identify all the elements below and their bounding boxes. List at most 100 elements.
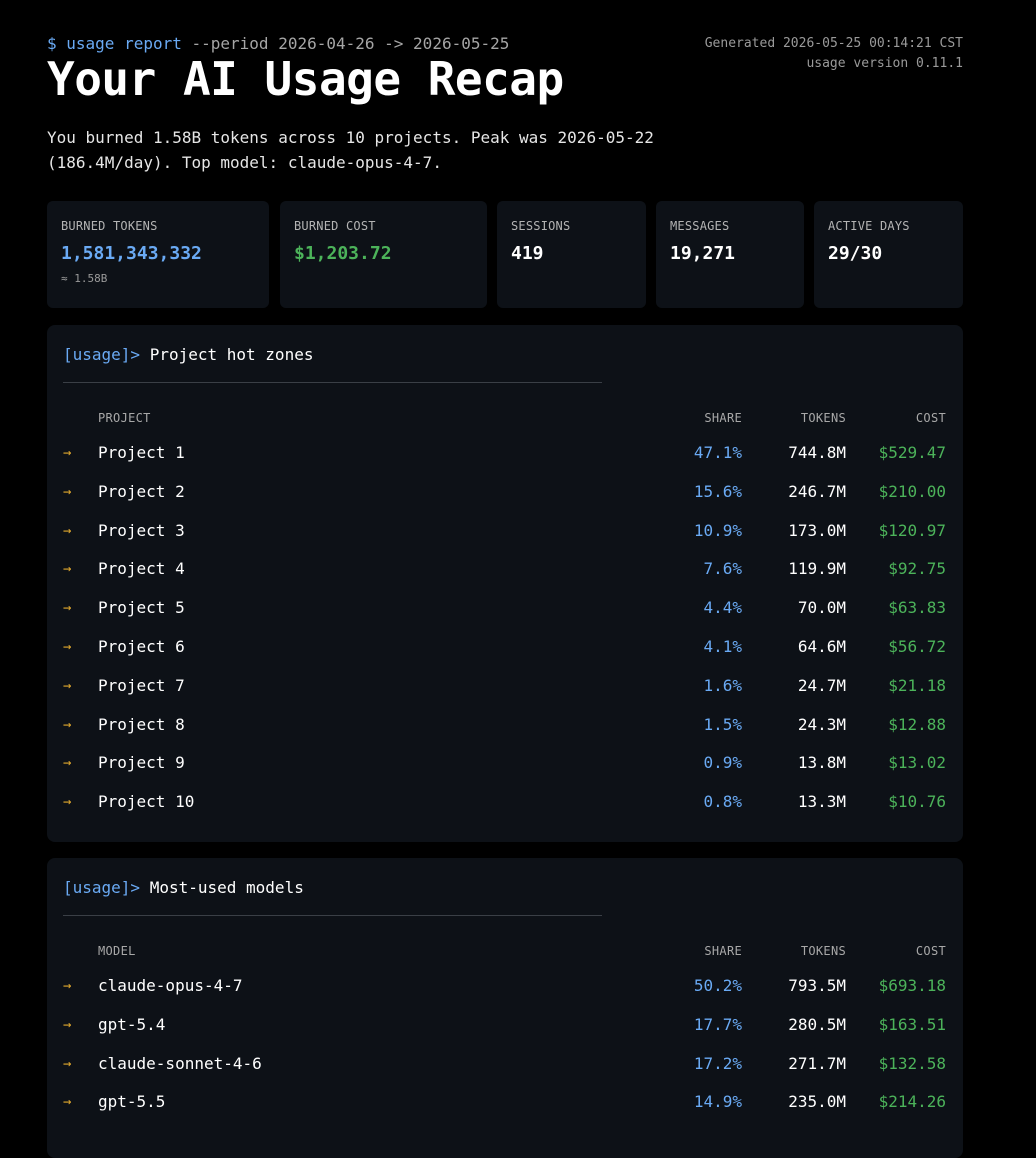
panel-heading: [usage]> Most-used models: [63, 878, 304, 897]
row-cost: $693.18: [878, 976, 946, 995]
row-cost: $163.51: [878, 1014, 946, 1034]
command-line: $ usage report --period 2026-04-26 -> 20…: [47, 34, 509, 53]
row-name: Project 9: [98, 753, 185, 773]
row-tokens: 271.7M: [788, 1053, 846, 1073]
row-cost: $12.88: [888, 714, 946, 734]
command-prompt: $ usage report: [47, 34, 182, 53]
panel-title: Project hot zones: [149, 345, 314, 364]
row-share: 0.9%: [703, 753, 742, 773]
row-share: 0.8%: [703, 792, 742, 812]
row-share: 4.1%: [703, 637, 742, 656]
row-name: claude-opus-4-7: [98, 976, 243, 995]
row-cost: $56.72: [888, 637, 946, 656]
row-tokens: 235.0M: [788, 1092, 846, 1112]
row-arrow-icon: →: [63, 755, 72, 772]
row-arrow-icon: →: [63, 716, 72, 733]
row-cost: $214.26: [878, 1092, 946, 1112]
model-row: → claude-opus-4-7 50.2% 793.5M $693.18: [47, 976, 963, 1000]
row-tokens: 280.5M: [788, 1014, 846, 1034]
row-tokens: 173.0M: [788, 520, 846, 540]
row-arrow-icon: →: [63, 1094, 72, 1111]
page-title: Your AI Usage Recap: [47, 52, 564, 106]
project-row: → Project 6 4.1% 64.6M $56.72: [47, 637, 963, 661]
row-cost: $21.18: [888, 675, 946, 695]
row-share: 14.9%: [693, 1092, 742, 1112]
row-cost: $92.75: [888, 559, 946, 579]
version-label: usage version 0.11.1: [806, 56, 963, 71]
row-name: Project 3: [98, 520, 185, 540]
row-name: Project 5: [98, 598, 185, 618]
row-arrow-icon: →: [63, 639, 72, 655]
row-tokens: 13.3M: [797, 792, 846, 812]
stat-subvalue: ≈ 1.58B: [61, 272, 108, 285]
row-name: claude-sonnet-4-6: [98, 1053, 262, 1073]
row-arrow-icon: →: [63, 483, 72, 500]
row-tokens: 70.0M: [797, 598, 846, 618]
stat-value: 419: [511, 243, 544, 264]
stat-label: BURNED TOKENS: [61, 219, 158, 233]
project-row: → Project 9 0.9% 13.8M $13.02: [47, 753, 963, 777]
most-used-models-panel: [usage]> Most-used models MODEL SHARE TO…: [47, 858, 963, 1158]
row-cost: $120.97: [878, 520, 946, 540]
stat-label: MESSAGES: [670, 219, 730, 233]
row-name: Project 1: [98, 443, 185, 462]
row-name: Project 7: [98, 675, 185, 695]
row-cost: $529.47: [878, 443, 946, 462]
row-share: 17.7%: [693, 1014, 742, 1034]
column-header-cost: COST: [915, 944, 946, 958]
row-name: gpt-5.5: [98, 1092, 166, 1112]
project-row: → Project 8 1.5% 24.3M $12.88: [47, 715, 963, 739]
column-header-tokens: TOKENS: [800, 411, 846, 425]
divider: [63, 915, 602, 916]
stat-value: $1,203.72: [294, 243, 392, 264]
row-name: Project 2: [98, 481, 185, 501]
stat-label: ACTIVE DAYS: [828, 219, 910, 233]
row-tokens: 744.8M: [788, 443, 846, 462]
column-header-share: SHARE: [704, 411, 742, 425]
stat-card-sessions: SESSIONS 419: [497, 201, 646, 308]
column-header-share: SHARE: [704, 944, 742, 958]
row-arrow-icon: →: [63, 600, 72, 617]
row-arrow-icon: →: [63, 978, 72, 994]
row-name: Project 4: [98, 559, 185, 579]
project-row: → Project 4 7.6% 119.9M $92.75: [47, 559, 963, 583]
project-row: → Project 1 47.1% 744.8M $529.47: [47, 443, 963, 467]
row-name: gpt-5.4: [98, 1014, 166, 1034]
generated-timestamp: Generated 2026-05-25 00:14:21 CST: [704, 36, 963, 51]
row-cost: $132.58: [878, 1053, 946, 1073]
panel-tag: [usage]>: [63, 345, 141, 364]
row-share: 47.1%: [693, 443, 742, 462]
model-row: → gpt-5.5 14.9% 235.0M $214.26: [47, 1092, 963, 1116]
row-share: 7.6%: [703, 559, 742, 579]
stat-value: 29/30: [828, 243, 883, 264]
column-header-project: PROJECT: [98, 411, 151, 425]
row-arrow-icon: →: [63, 561, 72, 578]
panel-heading: [usage]> Project hot zones: [63, 345, 313, 364]
row-arrow-icon: →: [63, 445, 72, 461]
row-share: 15.6%: [693, 481, 742, 501]
column-header-model: MODEL: [98, 944, 136, 958]
row-tokens: 246.7M: [788, 481, 846, 501]
stat-card-active-days: ACTIVE DAYS 29/30: [814, 201, 963, 308]
column-header-cost: COST: [915, 411, 946, 425]
row-arrow-icon: →: [63, 794, 72, 811]
row-tokens: 64.6M: [797, 637, 846, 656]
row-name: Project 6: [98, 637, 185, 656]
report-meta: Generated 2026-05-25 00:14:21 CST usage …: [705, 34, 963, 74]
row-arrow-icon: →: [63, 1016, 72, 1033]
stat-label: SESSIONS: [511, 219, 571, 233]
row-share: 10.9%: [693, 520, 742, 540]
row-share: 1.5%: [703, 714, 742, 734]
panel-tag: [usage]>: [63, 878, 141, 897]
row-cost: $13.02: [888, 753, 946, 773]
project-row: → Project 3 10.9% 173.0M $120.97: [47, 521, 963, 545]
row-tokens: 13.8M: [797, 753, 846, 773]
model-row: → claude-sonnet-4-6 17.2% 271.7M $132.58: [47, 1054, 963, 1078]
stat-card-burned-cost: BURNED COST $1,203.72: [280, 201, 487, 308]
row-arrow-icon: →: [63, 522, 72, 539]
stat-value: 19,271: [670, 243, 736, 264]
row-share: 17.2%: [693, 1053, 742, 1073]
project-row: → Project 7 1.6% 24.7M $21.18: [47, 676, 963, 700]
stat-label: BURNED COST: [294, 219, 376, 233]
row-share: 4.4%: [703, 598, 742, 618]
